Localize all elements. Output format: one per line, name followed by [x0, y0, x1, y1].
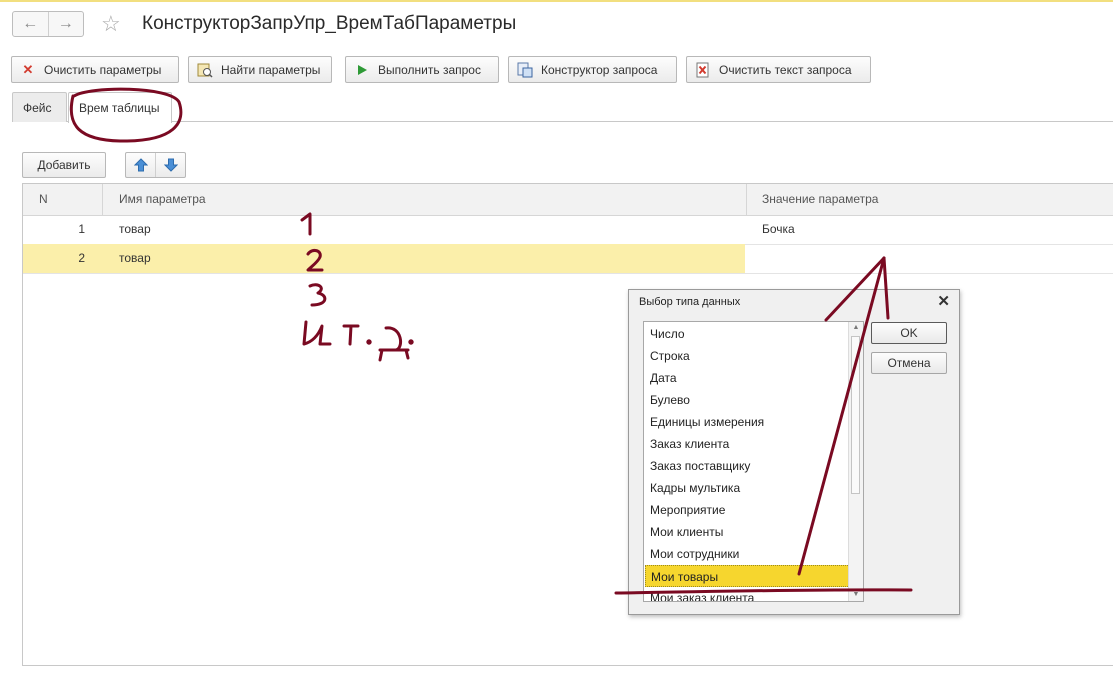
annotation-digit-3 [308, 283, 327, 307]
annotation-digit-1 [300, 212, 312, 236]
annotation-circle [69, 87, 183, 143]
annotation-underline [614, 588, 913, 595]
annotation-text-etc [302, 320, 332, 346]
annotation-digit-2 [306, 248, 324, 272]
handwritten-annotations [69, 87, 913, 595]
